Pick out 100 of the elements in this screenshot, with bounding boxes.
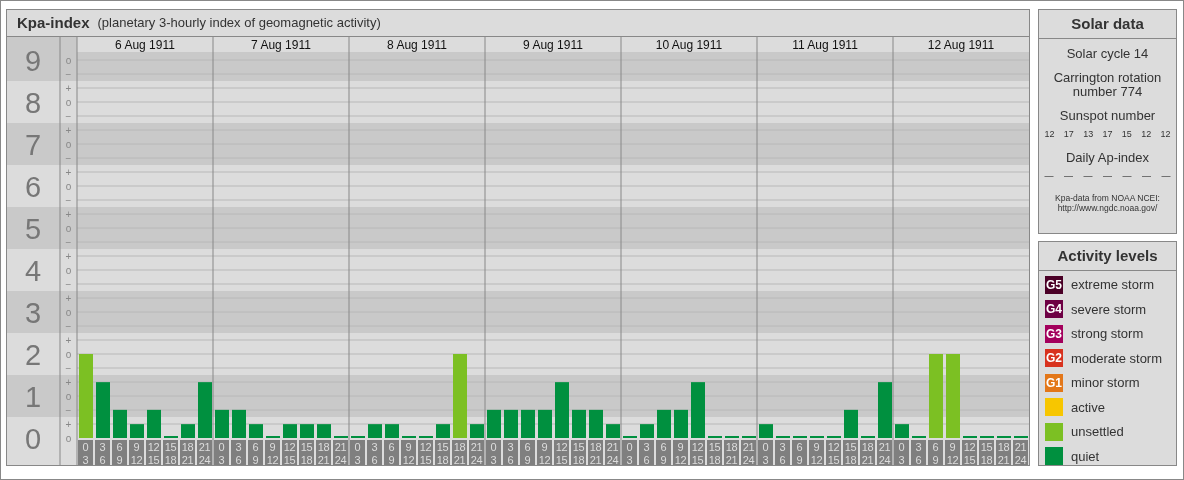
time-slot-label: 9 12 [265,439,280,465]
date-label: 10 Aug 1911 [655,37,723,52]
time-slot-label: 0 3 [78,439,93,465]
time-slot-label: 9 12 [809,439,824,465]
time-slot-label: 6 9 [112,439,127,465]
sunspot-label: Sunspot number [1058,109,1157,123]
sunspot-value: 12 [1044,129,1055,139]
time-slot-label: 12 15 [282,439,297,465]
panel-title: Solar data [1039,10,1176,39]
kp-axis-label: 7 [24,128,42,161]
time-slot-label: 0 3 [894,439,909,465]
solar-cycle-text: Solar cycle 14 [1065,47,1150,61]
level-label: moderate storm [1071,350,1163,366]
kp-subtick-label: + [65,376,72,388]
level-label: quiet [1071,448,1100,464]
ap-index-value: — [1161,171,1171,181]
time-slot-label: 21 24 [469,439,484,465]
kp-subtick-label: − [65,278,72,290]
level-swatch: G3 [1045,324,1063,343]
level-label: severe storm [1071,301,1147,317]
kp-subtick-label: + [65,124,72,136]
kp-subtick-label: + [65,418,72,430]
time-slot-label: 21 24 [877,439,892,465]
ap-index-value: — [1064,171,1073,181]
kp-subtick-label: + [65,82,72,94]
sunspot-value: 12 [1141,129,1152,139]
source-text: Kpa-data from NOAA NCEI: [1055,193,1160,203]
time-slot-label: 0 3 [214,439,229,465]
kp-subtick-label: − [65,152,72,164]
time-slot-label: 12 15 [554,439,569,465]
level-swatch: G1 [1045,373,1063,392]
chart-subtitle: (planetary 3-hourly index of geomagnetic activity) [97,15,381,31]
carrington-rotation-text: Carrington rotation number 774 [1052,71,1163,99]
time-slot-label: 21 24 [741,439,756,465]
sunspot-value: 15 [1121,129,1132,139]
time-slot-label: 15 18 [163,439,178,465]
time-slot-label: 15 18 [571,439,586,465]
time-slot-label: 6 9 [520,439,535,465]
date-label: 11 Aug 1911 [792,37,858,52]
sunspot-value: 13 [1083,129,1094,139]
kp-subtick-label: o [65,348,72,360]
time-slot-label: 12 15 [146,439,161,465]
kp-subtick-label: + [65,208,72,220]
kp-subtick-label: − [65,194,72,206]
time-slot-label: 3 6 [95,439,110,465]
time-slot-label: 15 18 [435,439,450,465]
time-slot-label: 12 15 [418,439,433,465]
time-slot-label: 6 9 [656,439,671,465]
kp-subtick-label: + [65,166,72,178]
date-label: 7 Aug 1911 [251,37,311,52]
kp-subtick-label: + [65,250,72,262]
kp-axis-label: 4 [24,254,42,287]
time-slot-label: 15 18 [843,439,858,465]
chart-title: Kpa-index [17,14,90,32]
time-slot-label: 12 15 [690,439,705,465]
time-slot-label: 15 18 [707,439,722,465]
kp-axis-label: 0 [24,422,42,455]
time-slot-label: 18 21 [316,439,331,465]
time-slot-label: 9 12 [401,439,416,465]
kp-subtick-label: − [65,320,72,332]
ap-index-value: — [1103,171,1112,181]
kp-axis-label: 9 [24,44,42,77]
ap-index-value: — [1142,171,1151,181]
time-slot-label: 6 9 [928,439,943,465]
panel-title: Activity levels [1039,241,1176,271]
time-slot-label: 18 21 [724,439,739,465]
time-slot-label: 18 21 [860,439,875,465]
time-slot-label: 3 6 [503,439,518,465]
kp-axis-label: 6 [24,170,42,203]
time-slot-label: 3 6 [367,439,382,465]
time-slot-label: 3 6 [775,439,790,465]
level-label: minor storm [1071,375,1140,390]
level-label: extreme storm [1071,277,1155,292]
time-slot-label: 18 21 [996,439,1011,465]
sunspot-value: 17 [1063,129,1074,139]
date-label: 9 Aug 1911 [523,37,583,52]
time-slot-label: 9 12 [945,439,960,465]
time-slot-label: 21 24 [333,439,348,465]
level-swatch: G5 [1045,275,1063,294]
time-slot-label: 6 9 [792,439,807,465]
time-slot-label: 15 18 [299,439,314,465]
kp-subtick-label: − [65,68,72,80]
kp-subtick-label: o [65,432,72,444]
kp-subtick-label: o [65,96,72,108]
time-slot-label: 3 6 [639,439,654,465]
time-slot-label: 9 12 [673,439,688,465]
level-swatch: G2 [1045,349,1063,367]
time-slot-label: 3 6 [231,439,246,465]
kp-subtick-label: + [65,292,72,304]
time-slot-label: 0 3 [350,439,365,465]
kp-axis-label: 5 [24,212,42,245]
sunspot-value: 12 [1160,129,1171,139]
kp-axis-label: 1 [24,380,42,413]
level-swatch: G4 [1045,300,1063,318]
level-label: unsettled [1071,424,1124,439]
time-slot-label: 18 21 [588,439,603,465]
kp-subtick-label: + [65,334,72,346]
source-url: http://www.ngdc.noaa.gov/ [1057,203,1158,213]
time-slot-label: 6 9 [384,439,399,465]
kp-axis-label: 8 [24,86,42,119]
